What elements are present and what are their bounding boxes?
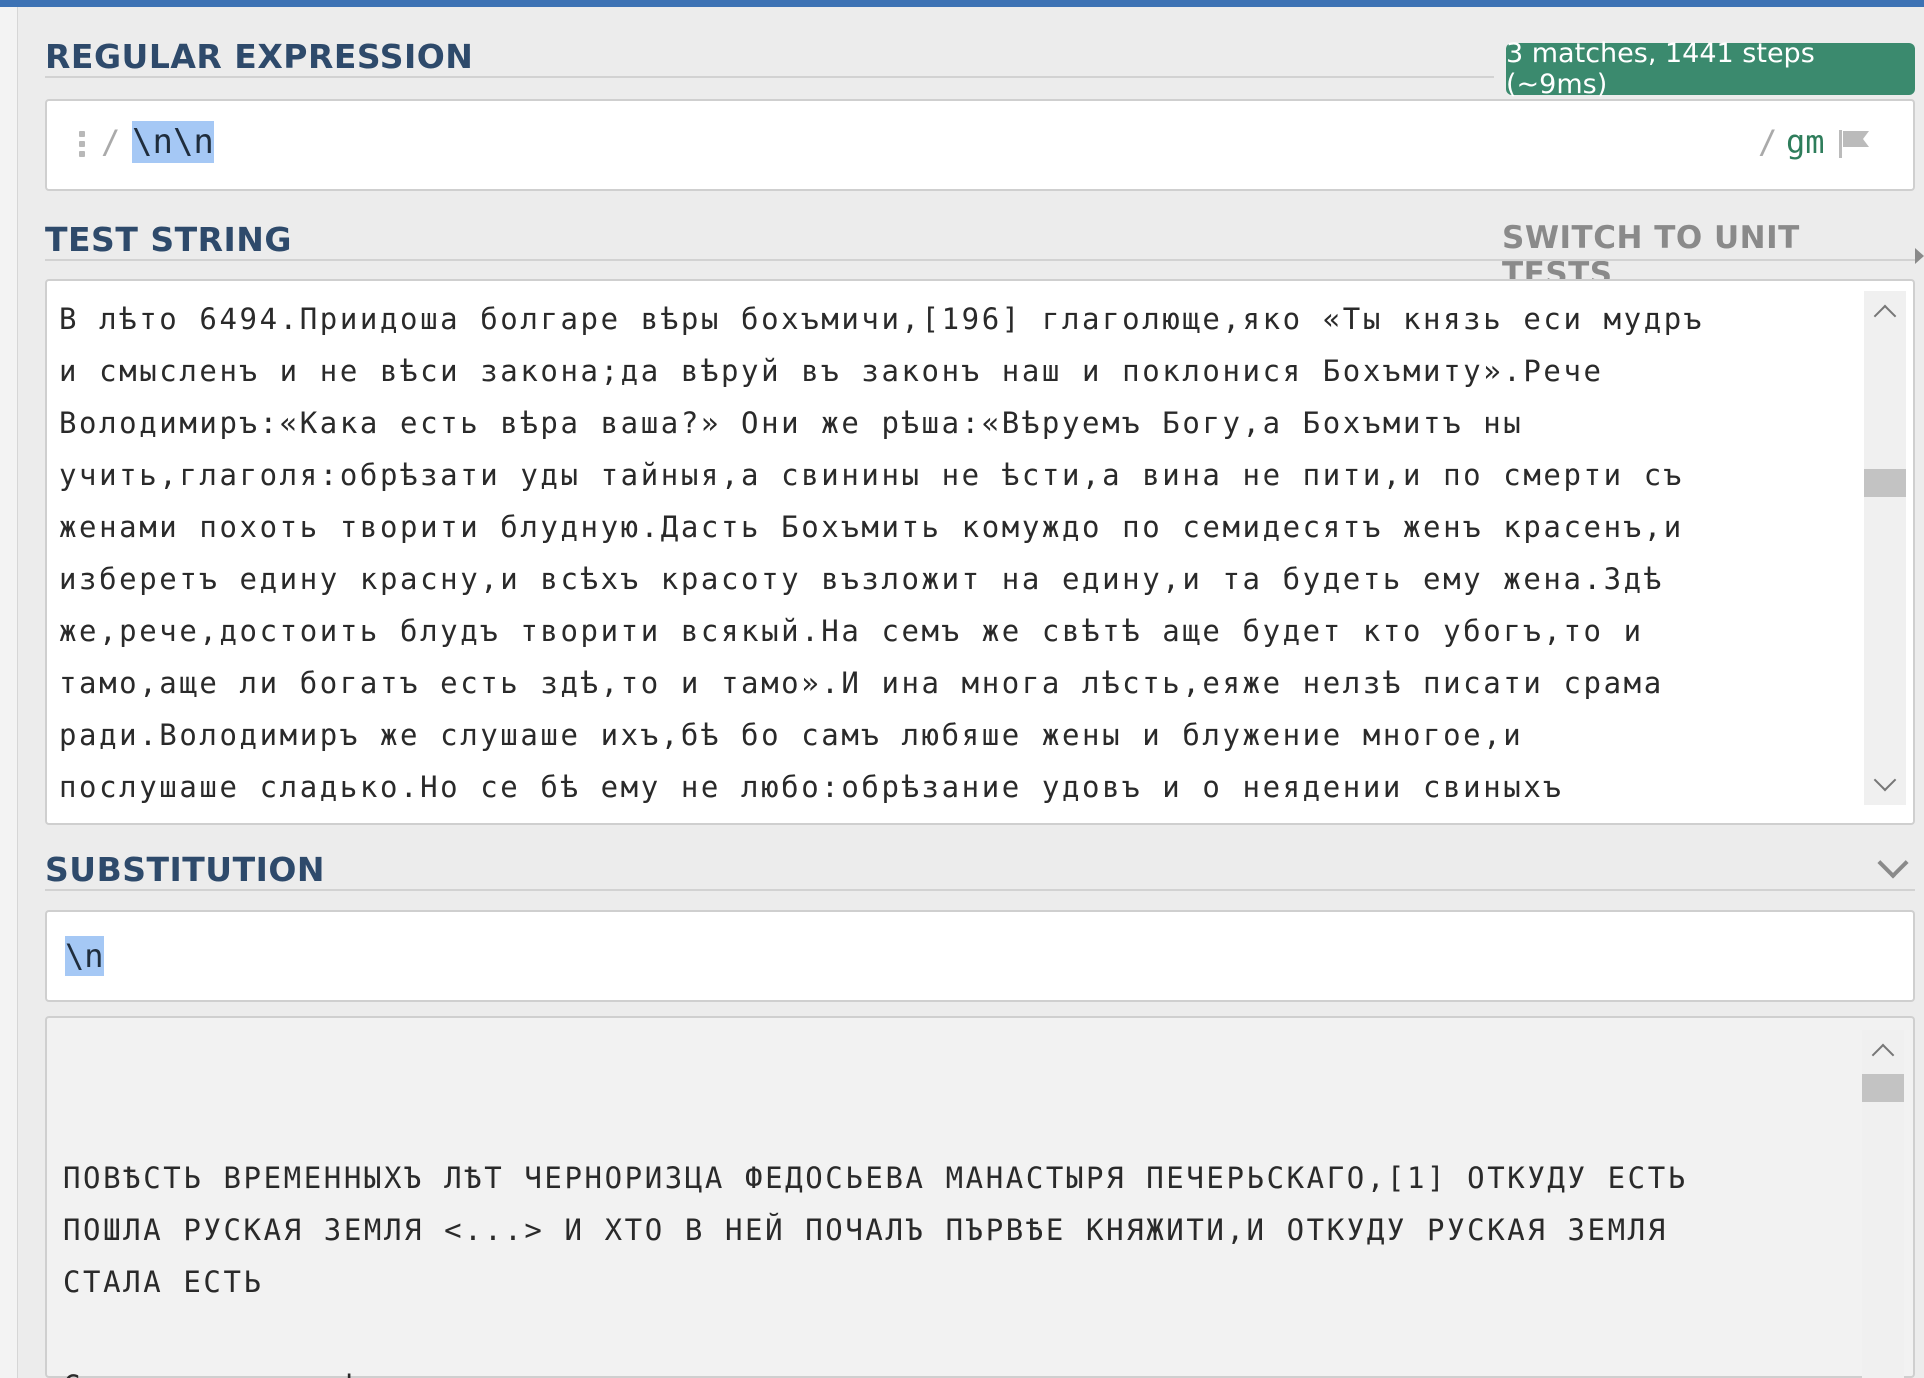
substitution-value[interactable]: \n: [65, 936, 104, 976]
regex-section-rule: [45, 76, 1494, 78]
scrollbar-thumb[interactable]: [1862, 1074, 1904, 1102]
test-string-line: тамо,аще ли богатъ есть здѣ,то и тамо».И…: [59, 666, 1664, 700]
chevron-up-icon[interactable]: [1862, 1030, 1904, 1070]
result-line: [63, 1100, 1863, 1152]
regex-pattern[interactable]: \n\n: [132, 121, 214, 163]
result-text: ПОВѢСТЬ ВРЕМЕННЫХЪ ЛѢТ ЧЕРНОРИЗЦА ФЕДОСЬ…: [63, 1048, 1863, 1378]
test-string-line: же,рече,достоить блудъ творити всякый.На…: [59, 614, 1644, 648]
regex-open-delimiter: /: [101, 123, 121, 161]
result-line: ПОВѢСТЬ ВРЕМЕННЫХЪ ЛѢТ ЧЕРНОРИЗЦА ФЕДОСЬ…: [63, 1161, 1688, 1195]
result-line: [63, 1048, 1863, 1100]
drag-handle-icon[interactable]: [79, 131, 85, 161]
test-string-line: В лѣто 6494.Приидоша болгаре вѣры бохъми…: [59, 302, 1704, 336]
test-string-line: и смысленъ и не вѣси закона;да вѣруй въ …: [59, 354, 1604, 388]
top-accent-bar: [0, 0, 1924, 7]
test-string-section-rule: [45, 259, 1915, 261]
test-string-line: учить,глаголя:обрѣзати уды тайныя,а свин…: [59, 458, 1684, 492]
test-string-field[interactable]: В лѣто 6494.Приидоша болгаре вѣры бохъми…: [45, 279, 1915, 825]
chevron-down-icon[interactable]: [1864, 765, 1906, 805]
result-line: Се начнемь повѣсть сию.: [63, 1360, 1863, 1378]
result-line: [63, 1308, 1863, 1360]
test-string-line: изберетъ едину красну,и всѣхъ красоту въ…: [59, 562, 1664, 596]
test-string-line: послушаше сладько.Но се бѣ ему не любо:о…: [59, 770, 1564, 804]
editor-panel: REGULAR EXPRESSION 3 matches, 1441 steps…: [18, 7, 1924, 1378]
test-string-scrollbar[interactable]: [1864, 291, 1906, 805]
test-string-line: ради.Володимиръ же слушаше ихъ,бѣ бо сам…: [59, 718, 1524, 752]
test-string-line: женами похоть творити блудную.Дасть Бохъ…: [59, 510, 1684, 544]
regex-input-field[interactable]: / \n\n / gm: [45, 99, 1915, 191]
test-string-section-title: TEST STRING: [45, 220, 292, 259]
regex-close-delimiter: /: [1758, 123, 1778, 161]
test-string-text[interactable]: В лѣто 6494.Приидоша болгаре вѣры бохъми…: [59, 293, 1879, 809]
left-gutter: [0, 7, 18, 1378]
regex-flags[interactable]: gm: [1786, 123, 1825, 161]
substitution-input-field[interactable]: \n: [45, 910, 1915, 1002]
substitution-result: ПОВѢСТЬ ВРЕМЕННЫХЪ ЛѢТ ЧЕРНОРИЗЦА ФЕДОСЬ…: [45, 1016, 1915, 1378]
test-string-line: Володимиръ:«Кака есть вѣра ваша?» Они же…: [59, 406, 1524, 440]
caret-right-icon: [1915, 248, 1924, 264]
result-scrollbar[interactable]: [1862, 1030, 1904, 1378]
flag-icon[interactable]: [1837, 129, 1871, 164]
regex-section-title: REGULAR EXPRESSION: [45, 37, 474, 76]
substitution-section-title: SUBSTITUTION: [45, 850, 326, 889]
chevron-up-icon[interactable]: [1864, 291, 1906, 331]
match-info-badge: 3 matches, 1441 steps (~9ms): [1506, 38, 1915, 100]
scrollbar-thumb[interactable]: [1864, 469, 1906, 497]
substitution-section-rule: [45, 889, 1915, 891]
result-line: ПОШЛА РУСКАЯ ЗЕМЛЯ <...> И ХТО В НЕЙ ПОЧ…: [63, 1213, 1668, 1247]
chevron-down-icon[interactable]: [1877, 847, 1909, 879]
result-line: СТАЛА ЕСТЬ: [63, 1265, 264, 1299]
